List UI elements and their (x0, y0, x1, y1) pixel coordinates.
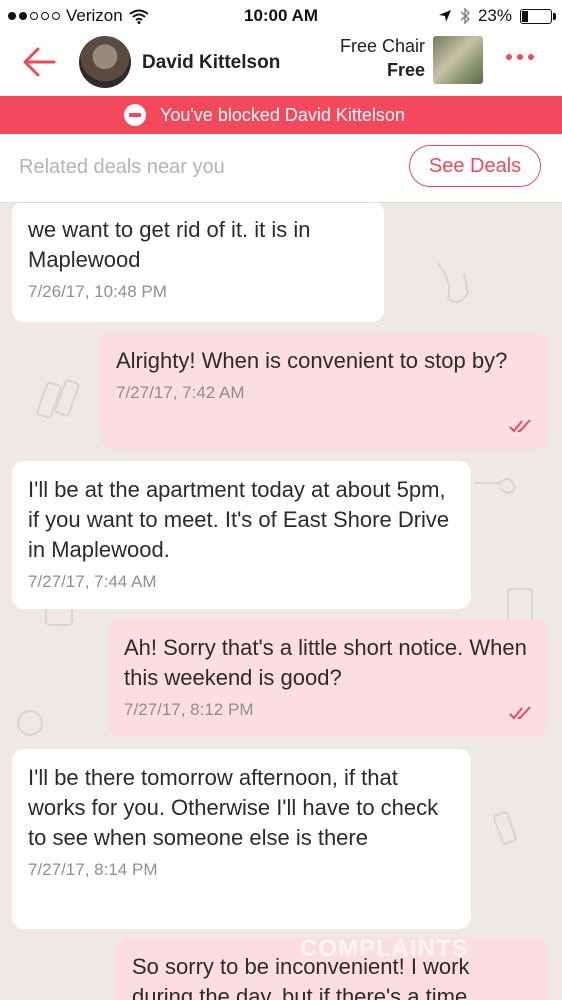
chat-header: David Kittelson Free Chair Free (0, 32, 562, 96)
status-bar: Verizon 10:00 AM 23% (0, 0, 562, 32)
watermark: COMPLAINTS (300, 935, 469, 962)
background-doodle-icon (36, 379, 80, 419)
message-text: Ah! Sorry that's a little short notice. … (124, 635, 527, 690)
status-right: 23% (438, 6, 556, 26)
message-outgoing[interactable]: Ah! Sorry that's a little short notice. … (108, 619, 549, 737)
message-timestamp: 7/27/17, 7:42 AM (116, 383, 245, 402)
background-doodle-icon (475, 478, 517, 494)
deal-price[interactable]: Free (387, 60, 425, 81)
message-timestamp: 7/26/17, 10:48 PM (28, 282, 167, 301)
message-incoming[interactable]: I'll be at the apartment today at about … (12, 461, 471, 609)
blocked-icon (124, 104, 146, 126)
message-text: we want to get rid of it. it is in Maple… (28, 217, 311, 272)
message-list[interactable]: we want to get rid of it. it is in Maple… (0, 203, 562, 1000)
back-arrow-icon[interactable] (22, 44, 58, 80)
see-deals-button[interactable]: See Deals (409, 145, 541, 187)
message-timestamp: 7/27/17, 7:44 AM (28, 572, 157, 591)
background-doodle-icon (17, 710, 43, 736)
contact-name[interactable]: David Kittelson (142, 52, 280, 74)
battery-percent: 23% (477, 6, 512, 25)
deal-title[interactable]: Free Chair (340, 36, 425, 57)
read-check-icon (509, 706, 531, 720)
read-check-icon (509, 419, 531, 433)
background-doodle-icon (493, 811, 517, 845)
message-text: I'll be at the apartment today at about … (28, 477, 450, 562)
background-doodle-icon (437, 262, 470, 303)
blocked-text: You've blocked David Kittelson (160, 105, 405, 125)
battery-icon (520, 8, 556, 24)
bluetooth-icon (460, 8, 470, 24)
deal-thumbnail[interactable] (433, 36, 483, 84)
message-incoming[interactable]: I'll be there tomorrow afternoon, if tha… (12, 749, 471, 929)
message-text: Alrighty! When is convenient to stop by? (116, 348, 508, 373)
blocked-banner: You've blocked David Kittelson (0, 96, 562, 134)
related-deals-placeholder: Related deals near you (19, 156, 225, 178)
avatar[interactable] (79, 36, 131, 88)
message-incoming[interactable]: we want to get rid of it. it is in Maple… (12, 203, 384, 322)
message-outgoing[interactable]: Alrighty! When is convenient to stop by?… (100, 332, 549, 450)
message-text: I'll be there tomorrow afternoon, if tha… (28, 765, 439, 850)
more-icon[interactable] (506, 54, 534, 60)
location-icon (438, 10, 451, 22)
message-timestamp: 7/27/17, 8:12 PM (124, 700, 254, 719)
message-timestamp: 7/27/17, 8:14 PM (28, 860, 158, 879)
related-deals-bar: Related deals near you See Deals (0, 134, 562, 203)
